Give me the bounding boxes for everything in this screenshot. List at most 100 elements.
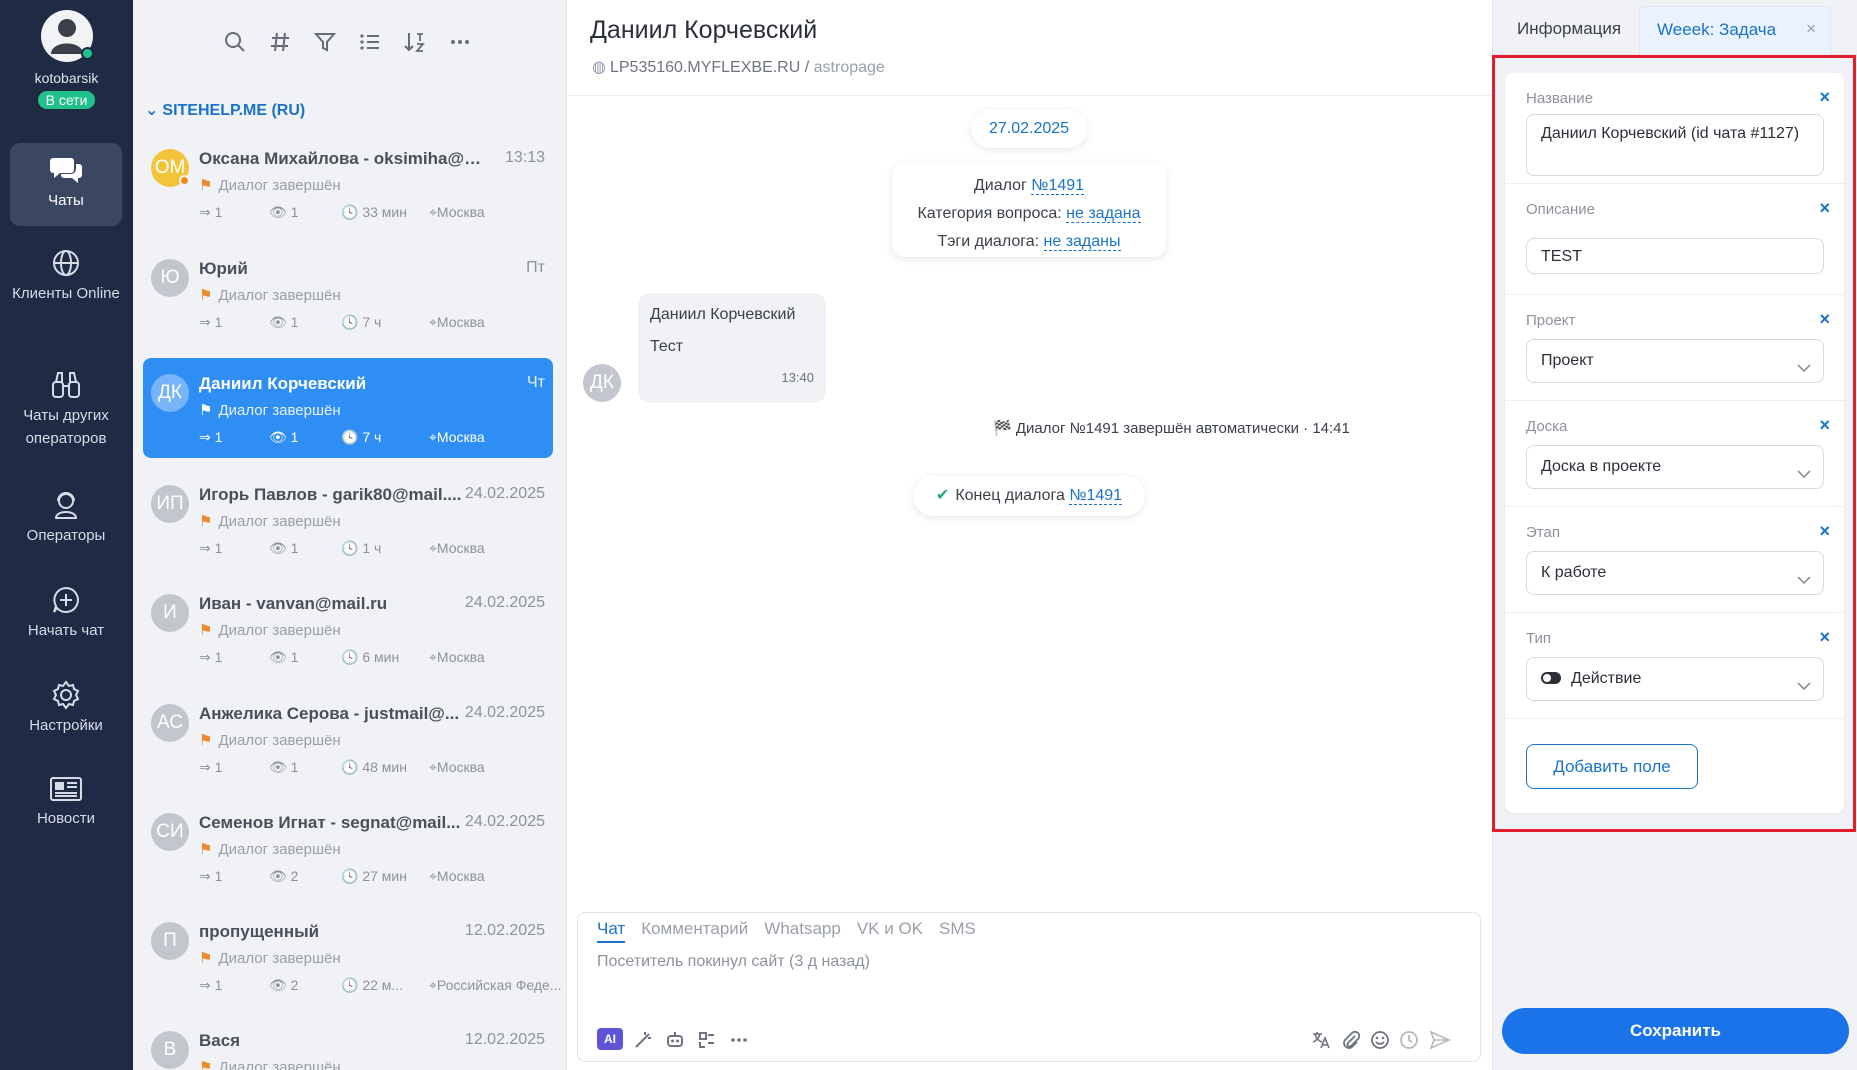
- stage-select[interactable]: К работе: [1526, 551, 1824, 595]
- tab-label: Weeek: Задача: [1657, 20, 1777, 39]
- save-button[interactable]: Сохранить: [1502, 1008, 1849, 1054]
- chat-status: ⚑ Диалог завершён: [199, 950, 341, 967]
- more-icon[interactable]: [446, 28, 474, 56]
- nav-label: Начать чат: [27, 622, 105, 639]
- status-badge[interactable]: В сети: [37, 91, 96, 109]
- more-icon[interactable]: [727, 1028, 751, 1052]
- site-domain[interactable]: LP535160.MYFLEXBE.RU: [610, 59, 800, 76]
- dialog-end-link[interactable]: №1491: [1069, 487, 1123, 505]
- messages-count: ⇒ 1: [199, 204, 223, 220]
- finish-flag-icon: 🏁: [993, 420, 1012, 437]
- dialog-number-link[interactable]: №1491: [1031, 177, 1085, 195]
- news-icon: [50, 777, 82, 801]
- hashtag-icon[interactable]: [266, 28, 294, 56]
- nav-item-clients-online[interactable]: Клиенты Online: [10, 248, 122, 305]
- emoji-icon[interactable]: [1368, 1028, 1392, 1052]
- group-header[interactable]: ⌄ SITEHELP.ME (RU): [145, 100, 305, 120]
- tab-weeek-task[interactable]: Weeek: Задача ×: [1639, 6, 1831, 56]
- chat-time: 12.02.2025: [464, 922, 545, 939]
- globe-icon: ◍: [592, 59, 606, 76]
- nav-item-operators[interactable]: Операторы: [10, 490, 122, 547]
- site-page[interactable]: astropage: [814, 59, 885, 76]
- sort-icon[interactable]: [401, 28, 429, 56]
- board-select[interactable]: Доска в проекте: [1526, 445, 1824, 489]
- avatar-initials: ИП: [156, 493, 184, 514]
- location: ⌖Москва: [429, 204, 485, 220]
- avatar-initials: СИ: [156, 821, 184, 842]
- tab-comment[interactable]: Комментарий: [641, 919, 748, 941]
- tab-chat[interactable]: Чат: [597, 919, 626, 943]
- remove-field-icon[interactable]: ×: [1819, 521, 1830, 542]
- remove-field-icon[interactable]: ×: [1819, 627, 1830, 648]
- title-input[interactable]: Даниил Корчевский (id чата #1127): [1526, 114, 1824, 176]
- tags-link[interactable]: не заданы: [1043, 233, 1121, 251]
- tab-information[interactable]: Информация: [1517, 19, 1621, 39]
- chat-list-item[interactable]: ИП Игорь Павлов - garik80@mail.... 24.02…: [143, 469, 553, 569]
- project-select[interactable]: Проект: [1526, 339, 1824, 383]
- dialog-end-badge: ✔ Конец диалога №1491: [913, 476, 1145, 516]
- chat-list-panel: ⌄ SITEHELP.ME (RU) ОМ Оксана Михайлова - …: [133, 0, 567, 1070]
- close-icon[interactable]: ×: [1806, 19, 1816, 39]
- paperclip-icon[interactable]: [1339, 1028, 1363, 1052]
- details-tabs: Информация Weeek: Задача ×: [1493, 0, 1857, 56]
- nav-item-other-operators-chats[interactable]: Чаты других операторов: [10, 370, 122, 450]
- chat-bubbles-icon: [50, 158, 82, 183]
- category-link[interactable]: не задана: [1066, 205, 1141, 223]
- chat-name: Вася: [199, 1031, 241, 1050]
- nav-item-chats[interactable]: Чаты: [10, 143, 122, 226]
- tab-vk-ok[interactable]: VK и OK: [857, 919, 923, 941]
- remove-field-icon[interactable]: ×: [1819, 415, 1830, 436]
- nav-label: Чаты: [48, 192, 84, 209]
- message-text: Тест: [650, 338, 684, 355]
- flag-icon: ⚑: [199, 732, 213, 749]
- nav-label: Клиенты Online: [12, 285, 120, 302]
- current-user[interactable]: kotobarsik В сети: [0, 10, 133, 110]
- remove-field-icon[interactable]: ×: [1819, 309, 1830, 330]
- chat-list-item[interactable]: АС Анжелика Серова - justmail@... 24.02.…: [143, 688, 553, 788]
- nav-item-news[interactable]: Новости: [10, 775, 122, 830]
- clock-icon[interactable]: [1397, 1028, 1421, 1052]
- tab-whatsapp[interactable]: Whatsapp: [764, 919, 841, 941]
- search-icon[interactable]: [221, 28, 249, 56]
- ai-button[interactable]: AI: [597, 1028, 623, 1050]
- chat-list-item[interactable]: ОМ Оксана Михайлова - oksimiha@m... 13:1…: [143, 133, 553, 233]
- description-input[interactable]: TEST: [1526, 238, 1824, 274]
- nav-item-settings[interactable]: Настройки: [10, 680, 122, 737]
- magic-wand-icon[interactable]: [631, 1028, 655, 1052]
- views-count: 👁 1: [269, 759, 299, 775]
- system-message: 🏁 Диалог №1491 завершён автоматически · …: [993, 420, 1350, 437]
- nav-item-start-chat[interactable]: Начать чат: [10, 585, 122, 642]
- add-field-button[interactable]: Добавить поле: [1526, 744, 1698, 789]
- chat-list-item[interactable]: П пропущенный 12.02.2025 ⚑ Диалог завершё…: [143, 906, 561, 1006]
- user-avatar[interactable]: [40, 10, 94, 62]
- chat-list-item[interactable]: В Вася 12.02.2025 ⚑ Диалог завершён: [143, 1015, 553, 1070]
- send-icon[interactable]: [1427, 1028, 1453, 1052]
- templates-icon[interactable]: [695, 1028, 719, 1052]
- remove-field-icon[interactable]: ×: [1819, 87, 1830, 108]
- field-label: Этап: [1526, 524, 1560, 541]
- chat-list-item-selected[interactable]: ДК Даниил Корчевский Чт ⚑ Диалог завершён…: [143, 358, 553, 458]
- chat-status: ⚑ Диалог завершён: [199, 287, 341, 304]
- chat-status: ⚑ Диалог завершён: [199, 177, 341, 194]
- chevron-down-icon: [1797, 355, 1811, 383]
- chat-list-item[interactable]: И Иван - vanvan@mail.ru 24.02.2025 ⚑ Диал…: [143, 578, 553, 678]
- type-select[interactable]: Действие: [1526, 657, 1824, 701]
- chat-time: 24.02.2025: [464, 813, 545, 830]
- chat-meta: ⇒ 1 👁 1 🕓 33 мин ⌖Москва: [199, 204, 549, 221]
- list-icon[interactable]: [356, 28, 384, 56]
- remove-field-icon[interactable]: ×: [1819, 198, 1830, 219]
- chat-status: ⚑ Диалог завершён: [199, 402, 341, 419]
- chat-meta: ⇒ 1 👁 2 🕓 22 м... ⌖Российская Феде...: [199, 977, 561, 994]
- field-type: Тип × Действие: [1505, 613, 1844, 719]
- bot-icon[interactable]: [663, 1028, 687, 1052]
- chat-name: Даниил Корчевский: [199, 374, 367, 393]
- chat-meta: ⇒ 1 👁 1 🕓 6 мин ⌖Москва: [199, 649, 549, 666]
- chat-list-item[interactable]: Ю Юрий Пт ⚑ Диалог завершён ⇒ 1 👁 1 🕓 7 ч ⌖М…: [143, 243, 553, 343]
- chat-list-item[interactable]: СИ Семенов Игнат - segnat@mail... 24.02.…: [143, 797, 553, 897]
- message-input[interactable]: Посетитель покинул сайт (3 д назад): [597, 953, 870, 971]
- translate-icon[interactable]: [1309, 1028, 1333, 1052]
- tab-sms[interactable]: SMS: [939, 919, 976, 941]
- chat-name: Иван - vanvan@mail.ru: [199, 594, 388, 613]
- filter-icon[interactable]: [311, 28, 339, 56]
- location: ⌖Москва: [429, 429, 485, 445]
